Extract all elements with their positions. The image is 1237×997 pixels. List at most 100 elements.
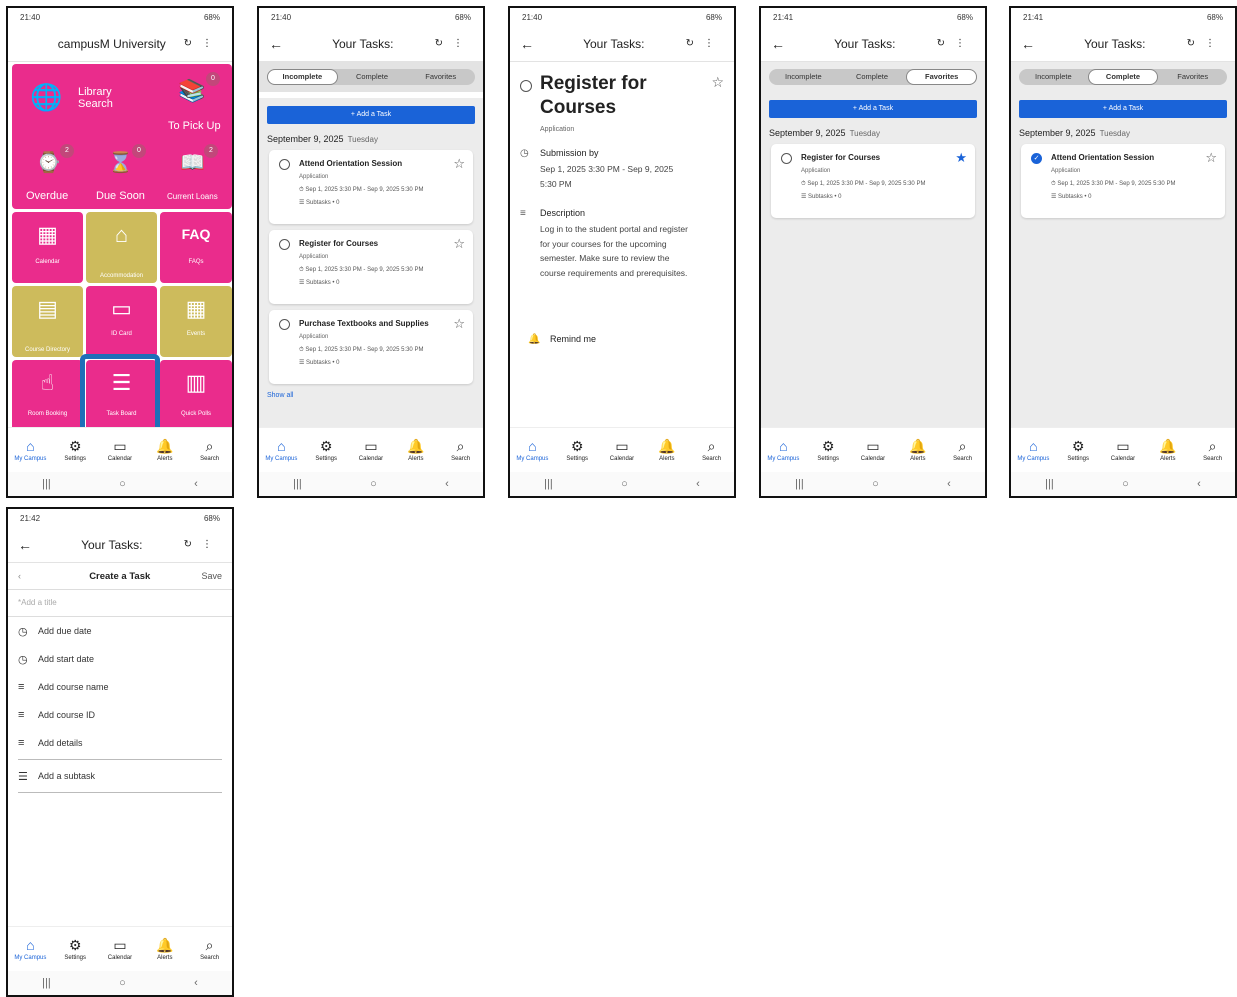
subtask-row[interactable]: ☰ Add a subtask [8, 762, 232, 790]
nav-alerts[interactable]: 🔔 Alerts [145, 438, 185, 462]
nav-alerts[interactable]: 🔔 Alerts [898, 438, 938, 462]
nav-calendar[interactable]: ▭ Calendar [351, 438, 391, 462]
recents-button[interactable]: ||| [544, 478, 553, 490]
complete-radio[interactable] [279, 159, 290, 170]
nav-alerts[interactable]: 🔔 Alerts [396, 438, 436, 462]
nav-alerts[interactable]: 🔔 Alerts [145, 937, 185, 961]
back-arrow-icon[interactable]: ← [520, 36, 542, 52]
tab-incomplete[interactable]: Incomplete [1019, 69, 1088, 85]
nav-search[interactable]: ⌕ Search [441, 438, 481, 462]
nav-calendar[interactable]: ▭ Calendar [100, 438, 140, 462]
due-date-row[interactable]: ◷ Add due date [8, 617, 232, 645]
tab-favorites[interactable]: Favorites [1158, 69, 1227, 85]
back-arrow-icon[interactable]: ← [269, 36, 291, 52]
add-task-button[interactable]: + Add a Task [267, 106, 475, 124]
tab-favorites[interactable]: Favorites [906, 69, 978, 85]
star-icon[interactable]: ☆ [711, 74, 724, 91]
back-arrow-icon[interactable]: ← [771, 36, 793, 52]
recents-button[interactable]: ||| [42, 977, 51, 989]
tile-course-directory[interactable]: ▤ Course Directory [12, 286, 83, 357]
refresh-more-icons[interactable]: ↻⋮ [1187, 38, 1225, 49]
task-card[interactable]: ✓ Attend Orientation Session Application… [1021, 144, 1225, 218]
complete-radio[interactable] [781, 153, 792, 164]
nav-search[interactable]: ⌕ Search [943, 438, 983, 462]
nav-settings[interactable]: ⚙ Settings [1058, 438, 1098, 462]
star-icon[interactable]: ☆ [453, 316, 465, 332]
star-icon[interactable]: ☆ [1205, 150, 1217, 166]
tab-favorites[interactable]: Favorites [406, 69, 475, 85]
tile-accommodation[interactable]: ⌂ Accommodation [86, 212, 157, 283]
back-button[interactable]: ‹ [445, 478, 449, 490]
home-button[interactable]: ○ [119, 478, 126, 490]
nav-my-campus[interactable]: ⌂ My Campus [512, 438, 552, 462]
nav-calendar[interactable]: ▭ Calendar [853, 438, 893, 462]
check-circle-icon[interactable]: ✓ [1031, 153, 1042, 164]
task-card[interactable]: Attend Orientation Session Application ⏱… [269, 150, 473, 224]
add-task-button[interactable]: + Add a Task [769, 100, 977, 118]
tab-complete[interactable]: Complete [838, 69, 907, 85]
tile-calendar[interactable]: ▦ Calendar [12, 212, 83, 283]
star-filled-icon[interactable]: ★ [955, 150, 967, 166]
tab-complete[interactable]: Complete [1087, 69, 1159, 85]
refresh-more-icons[interactable]: ↻⋮ [184, 38, 222, 49]
back-button[interactable]: ‹ [194, 977, 198, 989]
show-all-link[interactable]: Show all [267, 392, 475, 399]
nav-search[interactable]: ⌕ Search [190, 438, 230, 462]
nav-calendar[interactable]: ▭ Calendar [602, 438, 642, 462]
nav-my-campus[interactable]: ⌂ My Campus [763, 438, 803, 462]
tab-incomplete[interactable]: Incomplete [267, 69, 338, 85]
library-search-label[interactable]: Library Search [78, 86, 138, 110]
task-card[interactable]: Register for Courses Application ⏱ Sep 1… [771, 144, 975, 218]
nav-settings[interactable]: ⚙ Settings [808, 438, 848, 462]
nav-search[interactable]: ⌕ Search [190, 937, 230, 961]
star-icon[interactable]: ☆ [453, 236, 465, 252]
nav-calendar[interactable]: ▭ Calendar [100, 937, 140, 961]
complete-radio[interactable] [520, 80, 532, 92]
home-button[interactable]: ○ [621, 478, 628, 490]
nav-my-campus[interactable]: ⌂ My Campus [261, 438, 301, 462]
back-button[interactable]: ‹ [696, 478, 700, 490]
nav-my-campus[interactable]: ⌂ My Campus [1013, 438, 1053, 462]
home-button[interactable]: ○ [119, 977, 126, 989]
chevron-left-icon[interactable]: ‹ [18, 571, 38, 581]
nav-settings[interactable]: ⚙ Settings [55, 438, 95, 462]
nav-settings[interactable]: ⚙ Settings [306, 438, 346, 462]
recents-button[interactable]: ||| [795, 478, 804, 490]
title-input[interactable]: *Add a title [8, 590, 232, 617]
nav-search[interactable]: ⌕ Search [1193, 438, 1233, 462]
nav-calendar[interactable]: ▭ Calendar [1103, 438, 1143, 462]
star-icon[interactable]: ☆ [453, 156, 465, 172]
tab-incomplete[interactable]: Incomplete [769, 69, 838, 85]
course-id-row[interactable]: ≡ Add course ID [8, 701, 232, 729]
course-name-row[interactable]: ≡ Add course name [8, 673, 232, 701]
due-soon-label[interactable]: Due Soon [96, 190, 145, 202]
tile-id-card[interactable]: ▭ ID Card [86, 286, 157, 357]
refresh-more-icons[interactable]: ↻⋮ [937, 38, 975, 49]
nav-alerts[interactable]: 🔔 Alerts [1148, 438, 1188, 462]
home-button[interactable]: ○ [872, 478, 879, 490]
nav-my-campus[interactable]: ⌂ My Campus [10, 937, 50, 961]
home-button[interactable]: ○ [370, 478, 377, 490]
start-date-row[interactable]: ◷ Add start date [8, 645, 232, 673]
save-button[interactable]: Save [201, 571, 222, 581]
to-pick-up-label[interactable]: To Pick Up [168, 120, 221, 132]
recents-button[interactable]: ||| [1045, 478, 1054, 490]
tile-faqs[interactable]: FAQ FAQs [160, 212, 232, 283]
details-row[interactable]: ≡ Add details [8, 729, 232, 757]
refresh-more-icons[interactable]: ↻⋮ [435, 38, 473, 49]
back-button[interactable]: ‹ [947, 478, 951, 490]
nav-settings[interactable]: ⚙ Settings [557, 438, 597, 462]
overdue-label[interactable]: Overdue [26, 190, 68, 202]
recents-button[interactable]: ||| [293, 478, 302, 490]
complete-radio[interactable] [279, 239, 290, 250]
complete-radio[interactable] [279, 319, 290, 330]
nav-settings[interactable]: ⚙ Settings [55, 937, 95, 961]
back-arrow-icon[interactable]: ← [1021, 36, 1043, 52]
home-button[interactable]: ○ [1122, 478, 1129, 490]
task-card[interactable]: Register for Courses Application ⏱ Sep 1… [269, 230, 473, 304]
nav-search[interactable]: ⌕ Search [692, 438, 732, 462]
tile-room-booking[interactable]: ☝ Room Booking [12, 360, 83, 431]
tile-events[interactable]: ▦ Events [160, 286, 232, 357]
task-card[interactable]: Purchase Textbooks and Supplies Applicat… [269, 310, 473, 384]
refresh-more-icons[interactable]: ↻⋮ [686, 38, 724, 49]
